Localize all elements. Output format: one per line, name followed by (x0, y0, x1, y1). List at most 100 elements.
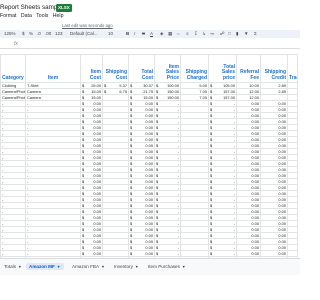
text-rotate-icon[interactable]: ↝ (210, 31, 214, 37)
cell-value: - (233, 227, 235, 232)
column-header[interactable]: Shipping Credit (260, 54, 288, 83)
cell-value: 0.00 (278, 167, 286, 172)
table-body: Clothing T-Shirt $25.00 $5.37 $30.37 $100.00 5… (0, 82, 298, 275)
category-cell[interactable]: Camera/Photo (0, 94, 26, 101)
text-wrap-icon[interactable]: ↳ (202, 31, 206, 37)
caret-down-icon[interactable]: ▼ (18, 265, 22, 269)
currency-symbol: $ (130, 185, 133, 190)
cell-value: - (177, 107, 179, 112)
tab-totals[interactable]: Totals ▼ (4, 264, 22, 269)
bold-button[interactable]: B (126, 31, 129, 36)
currency-symbol: $ (82, 245, 85, 250)
caret-down-icon[interactable]: ▼ (135, 265, 139, 269)
cell-value: 0.00 (278, 209, 286, 214)
cell-value: - (2, 119, 4, 124)
cell-value: 0.00 (93, 161, 101, 166)
tab-amazon-mf[interactable]: Amazon MF ▼ (26, 263, 64, 270)
caret-down-icon[interactable]: ▼ (101, 265, 105, 269)
increase-decimal-button[interactable]: .00 (45, 31, 51, 36)
currency-symbol: $ (210, 251, 213, 256)
cell-value: 157.00 (223, 95, 235, 100)
currency-symbol: $ (82, 167, 85, 172)
column-header[interactable]: Shipping Charged (180, 54, 209, 83)
cell-value: - (177, 191, 179, 196)
currency-symbol: $ (130, 107, 133, 112)
cell-value: - (177, 245, 179, 250)
cell-value: - (2, 113, 4, 118)
category-cell[interactable]: Camera/Photo (0, 88, 26, 95)
strikethrough-button[interactable]: S (142, 31, 145, 36)
cell-value: 0.00 (278, 137, 286, 142)
font-size-input[interactable]: 10 (108, 31, 113, 36)
text-color-button[interactable]: A (150, 31, 153, 36)
cell-value: - (177, 167, 179, 172)
cell-value: 0.00 (145, 239, 153, 244)
cell-value: 0.00 (251, 161, 259, 166)
cell-value: 0.00 (145, 101, 153, 106)
cell-value: - (177, 233, 179, 238)
currency-symbol: $ (130, 83, 133, 88)
tab-amazon-fba[interactable]: Amazon FBA ▼ (72, 264, 105, 269)
cell-value: 0.00 (93, 179, 101, 184)
decrease-decimal-button[interactable]: .0 (37, 31, 41, 36)
cell-value: Clothing (2, 83, 17, 88)
horizontal-align-icon[interactable]: ≡ (186, 31, 189, 36)
cell-value: - (27, 107, 29, 112)
title-bar: Report Sheets sample XLSX (0, 0, 300, 24)
column-header[interactable]: Item Cost (80, 54, 103, 83)
currency-symbol: $ (82, 221, 85, 226)
column-header[interactable]: Category (0, 54, 26, 83)
vertical-align-icon[interactable]: ↧ (194, 31, 198, 37)
cell-value: - (177, 137, 179, 142)
cell-value: - (27, 251, 29, 256)
spreadsheet-grid[interactable]: Category Item Item Cost Shipping Cost To… (0, 54, 300, 275)
currency-symbol: $ (82, 233, 85, 238)
currency-symbol: $ (156, 233, 159, 238)
formula-bar[interactable]: fx (0, 39, 300, 49)
cell-value: - (2, 161, 4, 166)
borders-icon[interactable]: ▦ (168, 31, 172, 37)
cell-value: 0.00 (278, 125, 286, 130)
column-header[interactable]: Item Sales Price (154, 54, 181, 83)
zoom-select[interactable]: 125% (4, 31, 16, 36)
menu-format[interactable]: Format (0, 13, 16, 19)
caret-down-icon[interactable]: ▼ (57, 265, 61, 269)
italic-button[interactable]: I (134, 31, 135, 36)
insert-link-icon[interactable]: ☍ (220, 31, 225, 37)
currency-symbol: $ (130, 197, 133, 202)
fill-color-icon[interactable]: ◈ (160, 31, 163, 37)
column-header[interactable]: Shipping Cost (102, 54, 129, 83)
currency-symbol: $ (156, 125, 159, 130)
column-header[interactable]: Trans (287, 54, 298, 83)
cell-value: - (233, 143, 235, 148)
functions-icon[interactable]: Σ (254, 31, 257, 36)
tab-inventory[interactable]: Inventory ▼ (114, 264, 139, 269)
currency-format-button[interactable]: $ (22, 31, 25, 36)
document-title[interactable]: Report Sheets sample (0, 4, 62, 11)
menu-data[interactable]: Data (21, 13, 32, 19)
menu-help[interactable]: Help (53, 13, 64, 19)
cell-value: 0.00 (93, 101, 101, 106)
column-header[interactable]: Item (25, 54, 81, 83)
insert-chart-icon[interactable]: ▮ (236, 31, 238, 37)
merge-cells-icon[interactable]: ⇔ (176, 31, 181, 36)
insert-comment-icon[interactable]: □ (228, 31, 231, 36)
cell-value: 0.00 (93, 173, 101, 178)
filter-icon[interactable]: ▼ (244, 31, 248, 36)
cell-value: 0.00 (93, 131, 101, 136)
shipping-cost-cell[interactable]: $6.75 (102, 88, 129, 95)
number-format-select[interactable]: 123 (55, 31, 63, 36)
menu-tools[interactable]: Tools (36, 13, 48, 19)
tab-label: Amazon MF (29, 264, 55, 269)
currency-symbol: $ (210, 245, 213, 250)
cell-value: 0.00 (145, 131, 153, 136)
font-family-select[interactable]: Default (Cal... (70, 31, 98, 36)
tab-item-purchases[interactable]: Item Purchases ▼ (148, 264, 186, 269)
cell-value: - (177, 215, 179, 220)
column-header[interactable]: Total Sales price (208, 54, 237, 83)
caret-down-icon[interactable]: ▼ (182, 265, 186, 269)
column-header[interactable]: Referral Fee (236, 54, 261, 83)
last-edit-link[interactable]: Last edit was seconds ago (62, 23, 113, 28)
column-header[interactable]: Total Cost (128, 54, 155, 83)
percent-format-button[interactable]: % (29, 31, 33, 36)
